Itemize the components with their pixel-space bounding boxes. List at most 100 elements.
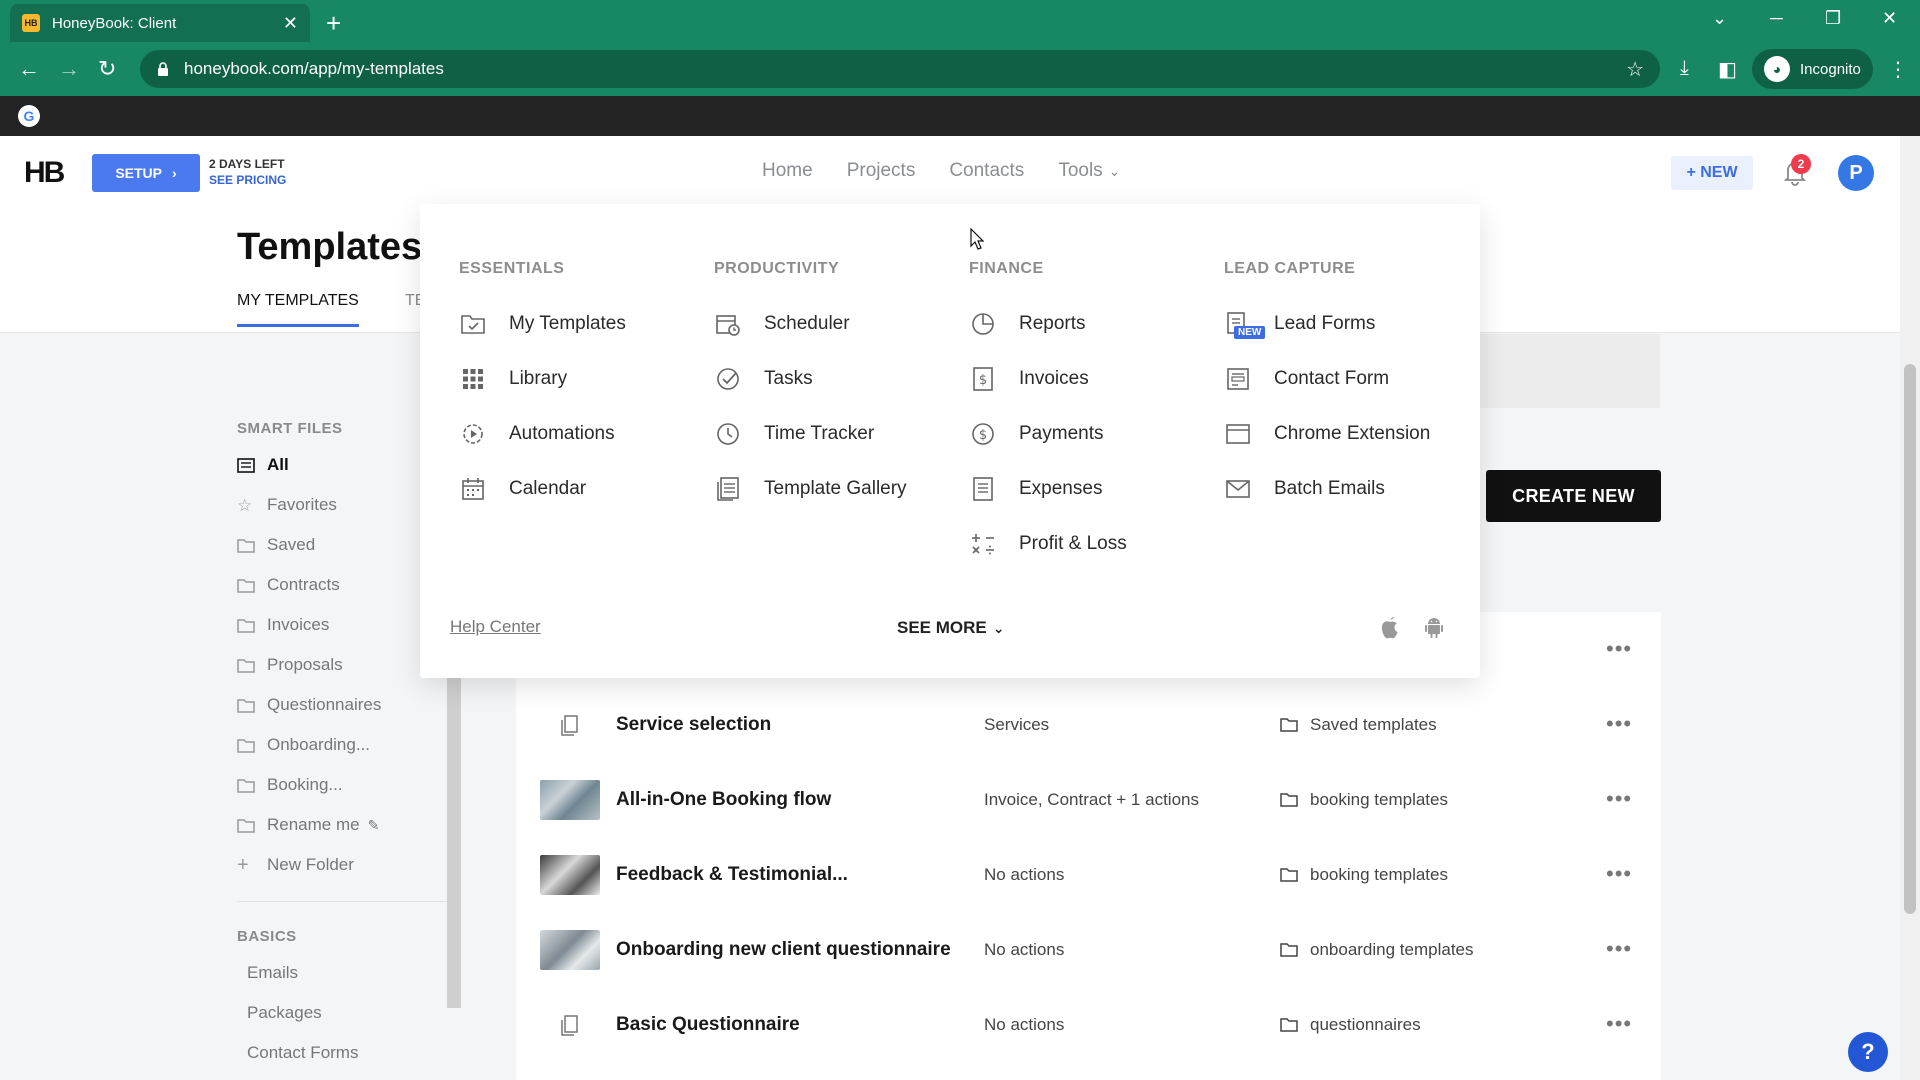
menu-item-chrome-extension[interactable]: Chrome Extension <box>1224 406 1479 461</box>
back-arrow-icon[interactable]: ← <box>18 56 40 82</box>
android-icon[interactable] <box>1422 615 1446 639</box>
pencil-icon[interactable]: ✎ <box>368 817 380 834</box>
templates-folder-icon <box>461 314 485 334</box>
reload-icon[interactable]: ↻ <box>98 56 116 82</box>
table-row[interactable]: Service selection Services Saved templat… <box>516 687 1661 762</box>
folder-icon <box>237 618 255 633</box>
templates-sidebar: SMART FILES All ☆ Favorites Saved Contra… <box>237 420 447 1073</box>
browser-tab[interactable]: HB HoneyBook: Client ✕ <box>10 4 310 42</box>
honeybook-logo[interactable]: HB <box>24 156 65 190</box>
sidebar-item-label: Onboarding... <box>267 735 371 754</box>
download-icon[interactable]: ⤓ <box>1680 57 1689 80</box>
sidebar-item-packages[interactable]: Packages <box>237 993 447 1033</box>
new-button[interactable]: + NEW <box>1671 156 1753 190</box>
sidebar-item-booking[interactable]: Booking... <box>237 765 447 805</box>
more-options-icon[interactable]: ••• <box>1606 786 1632 812</box>
new-tab-plus-icon[interactable]: + <box>326 8 341 39</box>
menu-item-invoices[interactable]: $ Invoices <box>969 351 1224 406</box>
more-options-icon[interactable]: ••• <box>1606 636 1632 662</box>
menu-item-label: My Templates <box>509 312 626 334</box>
sidebar-item-emails[interactable]: Emails <box>237 953 447 993</box>
sidebar-scrollbar[interactable] <box>447 678 461 1008</box>
kebab-menu-icon[interactable]: ⋮ <box>1888 57 1908 82</box>
sidebar-item-saved[interactable]: Saved <box>237 525 447 565</box>
calculator-symbols-icon <box>972 533 994 554</box>
menu-item-expenses[interactable]: Expenses <box>969 461 1224 516</box>
menu-item-calendar[interactable]: Calendar <box>459 461 714 516</box>
sidebar-item-favorites[interactable]: ☆ Favorites <box>237 485 447 525</box>
table-row[interactable]: Basic Questionnaire No actions questionn… <box>516 987 1661 1062</box>
sidebar-item-rename-me[interactable]: Rename me ✎ <box>237 805 447 845</box>
folder-label: booking templates <box>1310 790 1448 809</box>
app-header: HB SETUP › 2 DAYS LEFT SEE PRICING Home … <box>0 136 1900 208</box>
sidepanel-icon[interactable]: ◧ <box>1718 57 1737 82</box>
help-button[interactable]: ? <box>1848 1032 1888 1072</box>
menu-item-library[interactable]: Library <box>459 351 714 406</box>
help-center-link[interactable]: Help Center <box>450 617 541 637</box>
menu-item-lead-forms[interactable]: NEW Lead Forms <box>1224 296 1479 351</box>
forward-arrow-icon[interactable]: → <box>58 56 80 82</box>
google-icon[interactable]: G <box>18 105 40 127</box>
menu-item-scheduler[interactable]: Scheduler <box>714 296 969 351</box>
window-close-icon[interactable]: ✕ <box>1882 8 1897 29</box>
nav-home[interactable]: Home <box>762 160 813 182</box>
bookmarks-bar: G <box>0 96 1920 136</box>
template-folder: booking templates <box>1280 790 1448 810</box>
sidebar-item-label: New Folder <box>267 855 354 874</box>
star-icon: ☆ <box>237 495 253 515</box>
sidebar-item-label: Saved <box>267 535 316 554</box>
page-scrollbar[interactable] <box>1900 136 1920 1080</box>
omnibox[interactable]: honeybook.com/app/my-templates ☆ <box>140 50 1660 88</box>
sidebar-item-onboarding[interactable]: Onboarding... <box>237 725 447 765</box>
sidebar-item-questionnaires[interactable]: Questionnaires <box>237 685 447 725</box>
menu-item-contact-form[interactable]: Contact Form <box>1224 351 1479 406</box>
more-options-icon[interactable]: ••• <box>1606 861 1632 887</box>
menu-item-my-templates[interactable]: My Templates <box>459 296 714 351</box>
folder-icon <box>1280 793 1298 807</box>
see-pricing-link[interactable]: SEE PRICING <box>209 172 286 188</box>
notification-badge: 2 <box>1791 154 1811 174</box>
sidebar-item-label: Contracts <box>267 575 340 594</box>
menu-column-lead-capture: LEAD CAPTURE NEW Lead Forms Contact Form… <box>1224 260 1479 516</box>
menu-item-label: Library <box>509 367 568 389</box>
templates-list: ••• Service selection Services Saved tem… <box>516 612 1661 1080</box>
table-row[interactable]: Feedback & Testimonial... No actions boo… <box>516 837 1661 912</box>
menu-item-payments[interactable]: $ Payments <box>969 406 1224 461</box>
restore-icon[interactable]: ❐ <box>1825 8 1841 29</box>
menu-item-template-gallery[interactable]: Template Gallery <box>714 461 969 516</box>
menu-item-profit-loss[interactable]: Profit & Loss <box>969 516 1224 571</box>
menu-item-reports[interactable]: Reports <box>969 296 1224 351</box>
sidebar-item-proposals[interactable]: Proposals <box>237 645 447 685</box>
incognito-indicator[interactable]: ◕ Incognito <box>1752 49 1873 89</box>
create-new-button[interactable]: CREATE NEW <box>1486 470 1661 522</box>
setup-button[interactable]: SETUP › <box>92 154 200 192</box>
more-options-icon[interactable]: ••• <box>1606 711 1632 737</box>
more-options-icon[interactable]: ••• <box>1606 1011 1632 1037</box>
page-scrollbar-thumb[interactable] <box>1904 364 1916 914</box>
sidebar-item-contact-forms[interactable]: Contact Forms <box>237 1033 447 1073</box>
menu-item-automations[interactable]: Automations <box>459 406 714 461</box>
menu-column-productivity: PRODUCTIVITY Scheduler Tasks Time Tracke… <box>714 260 969 516</box>
nav-contacts[interactable]: Contacts <box>949 160 1024 182</box>
avatar[interactable]: P <box>1838 155 1874 191</box>
new-folder-button[interactable]: + New Folder <box>237 845 447 885</box>
tab-my-templates[interactable]: MY TEMPLATES <box>237 292 359 327</box>
template-name: Basic Questionnaire <box>616 1014 800 1035</box>
table-row[interactable]: Onboarding new client questionnaire No a… <box>516 912 1661 987</box>
sidebar-item-invoices[interactable]: Invoices <box>237 605 447 645</box>
bookmark-star-icon[interactable]: ☆ <box>1626 57 1644 82</box>
sidebar-item-all[interactable]: All <box>237 445 447 485</box>
tab-search-chevron-icon[interactable]: ⌄ <box>1712 8 1727 29</box>
nav-projects[interactable]: Projects <box>847 160 916 182</box>
menu-item-time-tracker[interactable]: Time Tracker <box>714 406 969 461</box>
menu-item-batch-emails[interactable]: Batch Emails <box>1224 461 1479 516</box>
more-options-icon[interactable]: ••• <box>1606 936 1632 962</box>
nav-tools[interactable]: Tools ⌄ <box>1058 160 1120 182</box>
table-row[interactable]: All-in-One Booking flow Invoice, Contrac… <box>516 762 1661 837</box>
see-more-button[interactable]: SEE MORE ⌄ <box>897 618 1004 638</box>
menu-item-tasks[interactable]: Tasks <box>714 351 969 406</box>
apple-icon[interactable] <box>1378 614 1402 640</box>
sidebar-item-contracts[interactable]: Contracts <box>237 565 447 605</box>
minimize-icon[interactable]: ─ <box>1770 8 1783 29</box>
close-icon[interactable]: ✕ <box>283 13 298 34</box>
